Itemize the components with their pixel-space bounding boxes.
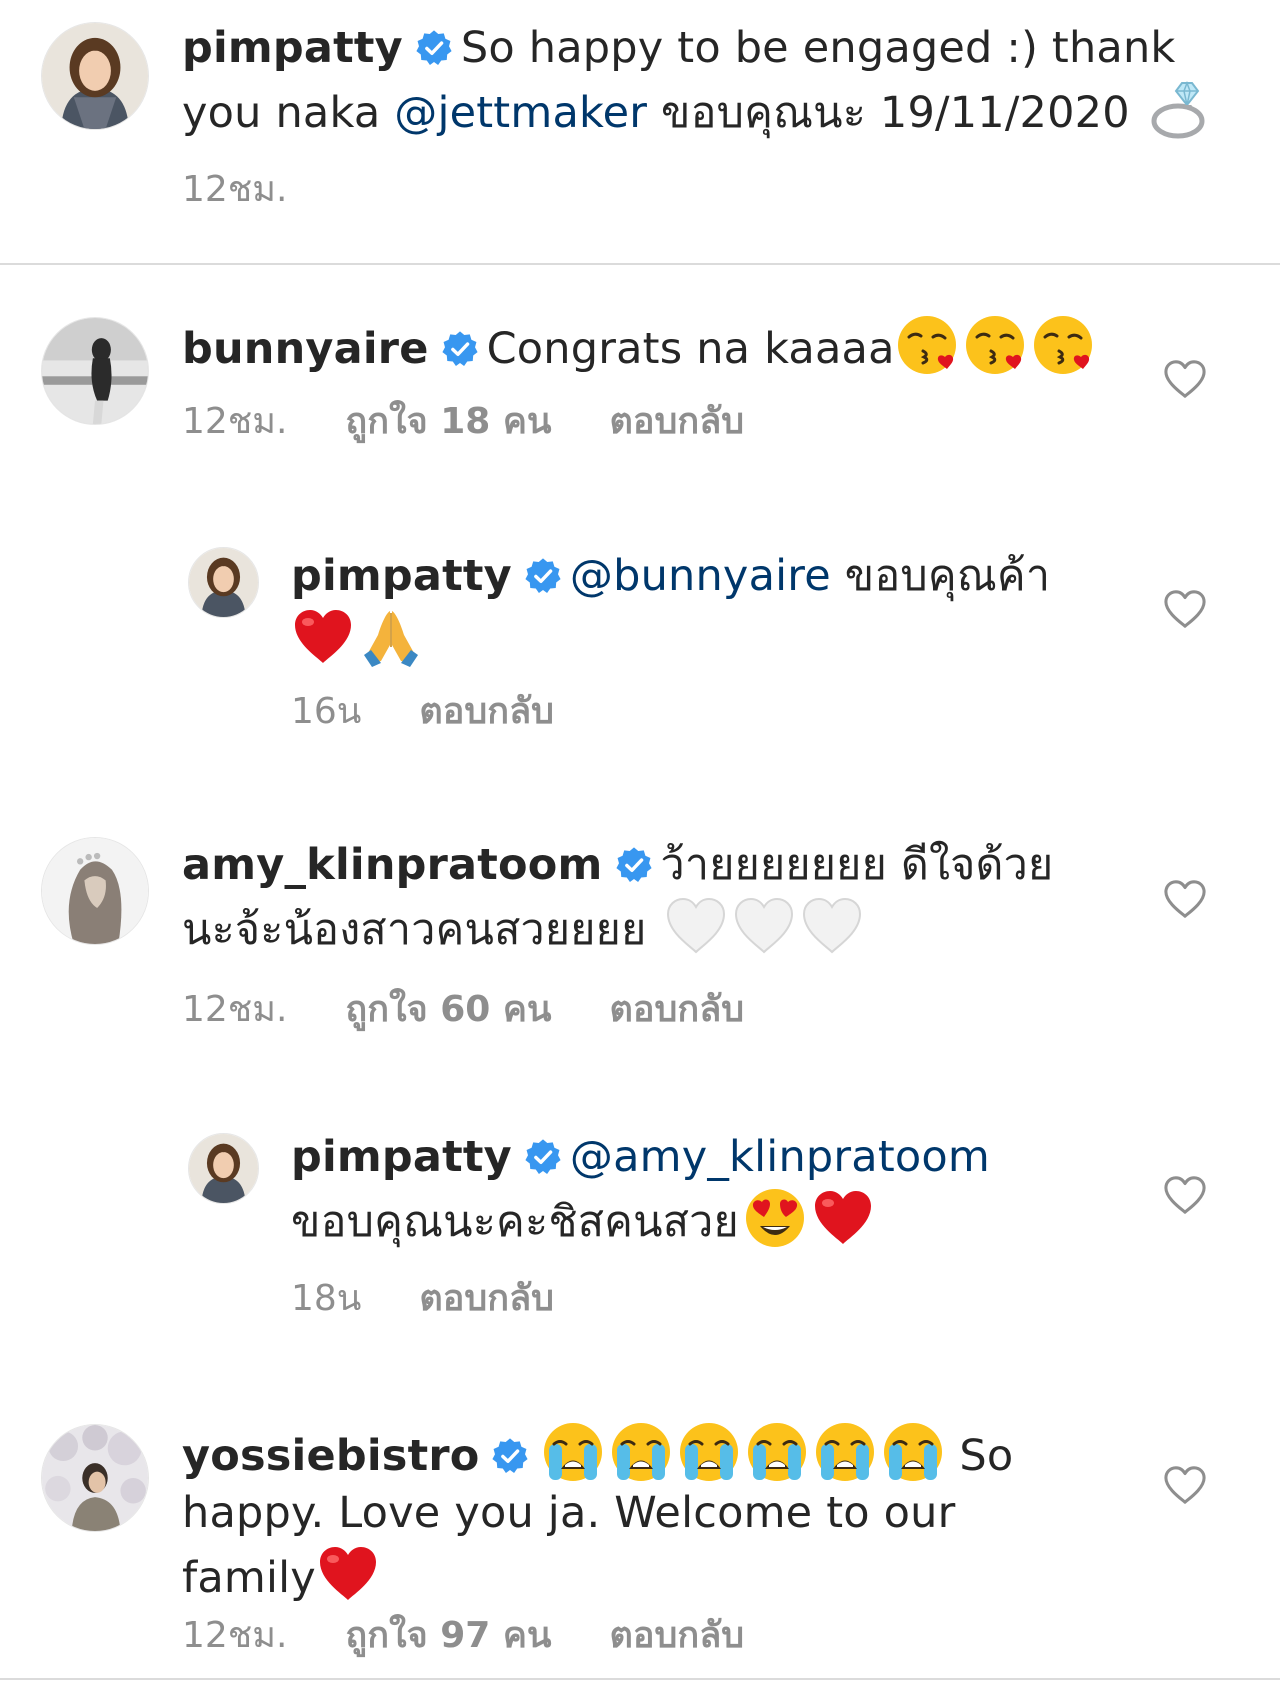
kissing-face-emoji	[963, 313, 1027, 377]
avatar-yossiebistro[interactable]	[41, 1424, 149, 1532]
white-heart-emoji	[664, 894, 728, 958]
avatar-image	[189, 1134, 258, 1203]
caption-line1: So happy to be engaged :) thank	[460, 23, 1176, 73]
comment-time: 12ชม.	[182, 1615, 288, 1656]
avatar-image	[42, 1425, 148, 1531]
red-heart-emoji	[811, 1186, 875, 1250]
red-heart-emoji	[291, 605, 355, 669]
verified-badge-icon	[524, 557, 562, 595]
like-heart-icon[interactable]	[1162, 1464, 1208, 1506]
comment-time: 12ชม.	[182, 989, 288, 1030]
crying-face-emoji	[881, 1420, 945, 1484]
verified-badge-icon	[524, 1138, 562, 1176]
caption-line2-post: ขอบคุณนะ 19/11/2020	[647, 88, 1144, 138]
like-heart-icon[interactable]	[1162, 1174, 1208, 1216]
avatar-pimpatty[interactable]	[188, 1133, 259, 1204]
mention-bunnyaire[interactable]: @bunnyaire	[570, 551, 831, 601]
comment-body: Congrats na kaaaa	[486, 324, 895, 374]
comment-likes-link[interactable]: ถูกใจ 60 คน	[345, 989, 551, 1030]
comment-line1: ว้ายยยยยยย ดีใจด้วย	[660, 840, 1054, 890]
mention-amy_klinpratoom[interactable]: @amy_klinpratoom	[570, 1132, 990, 1182]
reply-button[interactable]: ตอบกลับ	[419, 1278, 554, 1319]
white-heart-emoji	[732, 894, 796, 958]
avatar-pimpatty[interactable]	[188, 547, 259, 618]
avatar-pimpatty[interactable]	[41, 22, 149, 130]
reply-meta: 16น ตอบกลับ	[291, 690, 554, 734]
caption-text: pimpatty So happy to be engaged :) thank …	[182, 20, 1212, 142]
comment-text: amy_klinpratoom ว้ายยยยยยย ดีใจด้วย นะจ้ะ…	[182, 837, 1102, 959]
comment-line1-tail: So	[945, 1431, 1014, 1481]
like-heart-icon[interactable]	[1162, 358, 1208, 400]
comment-text: bunnyaire Congrats na kaaaa	[182, 313, 1082, 378]
reply-text: pimpatty @bunnyaire ขอบคุณค้า	[291, 548, 1151, 669]
avatar-image	[189, 548, 258, 617]
kissing-face-emoji	[895, 313, 959, 377]
ring-emoji	[1148, 77, 1212, 141]
reply-time: 18น	[291, 1278, 362, 1319]
reply-button[interactable]: ตอบกลับ	[610, 1615, 745, 1656]
avatar-image	[42, 838, 148, 944]
caption-username[interactable]: pimpatty	[182, 23, 403, 73]
reply-username[interactable]: pimpatty	[291, 551, 512, 601]
comment-time: 12ชม.	[182, 401, 288, 442]
caption-meta: 12ชม.	[182, 168, 287, 212]
comment-username[interactable]: amy_klinpratoom	[182, 840, 603, 890]
red-heart-emoji	[316, 1542, 380, 1606]
heart-eyes-emoji	[743, 1186, 807, 1250]
kissing-face-emoji	[1031, 313, 1095, 377]
avatar-amy_klinpratoom[interactable]	[41, 837, 149, 945]
comment-username[interactable]: bunnyaire	[182, 324, 429, 374]
comment-line3: family	[182, 1553, 316, 1603]
verified-badge-icon	[491, 1437, 529, 1475]
crying-face-emoji	[541, 1420, 605, 1484]
reply-body: ขอบคุณค้า	[830, 551, 1051, 601]
reply-text: pimpatty @amy_klinpratoom ขอบคุณนะคะชิสคน…	[291, 1129, 1151, 1251]
caption-divider	[0, 263, 1280, 265]
comments-screen: pimpatty So happy to be engaged :) thank …	[0, 0, 1280, 1684]
verified-badge-icon	[441, 330, 479, 368]
caption-mention-jettmaker[interactable]: @jettmaker	[394, 88, 647, 138]
reply-meta: 18น ตอบกลับ	[291, 1277, 554, 1321]
comment-line2: happy. Love you ja. Welcome to our	[182, 1488, 956, 1538]
crying-face-emoji	[609, 1420, 673, 1484]
caption-time: 12ชม.	[182, 169, 288, 210]
comment-username[interactable]: yossiebistro	[182, 1431, 479, 1481]
verified-badge-icon	[615, 846, 653, 884]
reply-button[interactable]: ตอบกลับ	[610, 989, 745, 1030]
comment-line2: นะจ้ะน้องสาวคนสวยยยย	[182, 905, 661, 955]
comment-text: yossiebistro So happy. Love you ja. Welc…	[182, 1420, 1102, 1607]
comment-likes-link[interactable]: ถูกใจ 18 คน	[345, 401, 551, 442]
verified-badge-icon	[415, 29, 453, 67]
comment-likes-link[interactable]: ถูกใจ 97 คน	[345, 1615, 551, 1656]
avatar-image	[42, 318, 148, 424]
avatar-image	[42, 23, 148, 129]
caption-line2-pre: you naka	[182, 88, 395, 138]
crying-face-emoji	[677, 1420, 741, 1484]
reply-username[interactable]: pimpatty	[291, 1132, 512, 1182]
reply-body: ขอบคุณนะคะชิสคนสวย	[291, 1197, 739, 1247]
crying-face-emoji	[745, 1420, 809, 1484]
reply-button[interactable]: ตอบกลับ	[419, 691, 554, 732]
comment-meta: 12ชม. ถูกใจ 97 คน ตอบกลับ	[182, 1614, 744, 1658]
like-heart-icon[interactable]	[1162, 588, 1208, 630]
comment-meta: 12ชม. ถูกใจ 18 คน ตอบกลับ	[182, 400, 744, 444]
avatar-bunnyaire[interactable]	[41, 317, 149, 425]
comment-meta: 12ชม. ถูกใจ 60 คน ตอบกลับ	[182, 988, 744, 1032]
like-heart-icon[interactable]	[1162, 878, 1208, 920]
praying-hands-emoji	[359, 605, 423, 669]
reply-time: 16น	[291, 691, 362, 732]
reply-button[interactable]: ตอบกลับ	[610, 401, 745, 442]
bottom-divider	[0, 1678, 1280, 1680]
white-heart-emoji	[800, 894, 864, 958]
crying-face-emoji	[813, 1420, 877, 1484]
